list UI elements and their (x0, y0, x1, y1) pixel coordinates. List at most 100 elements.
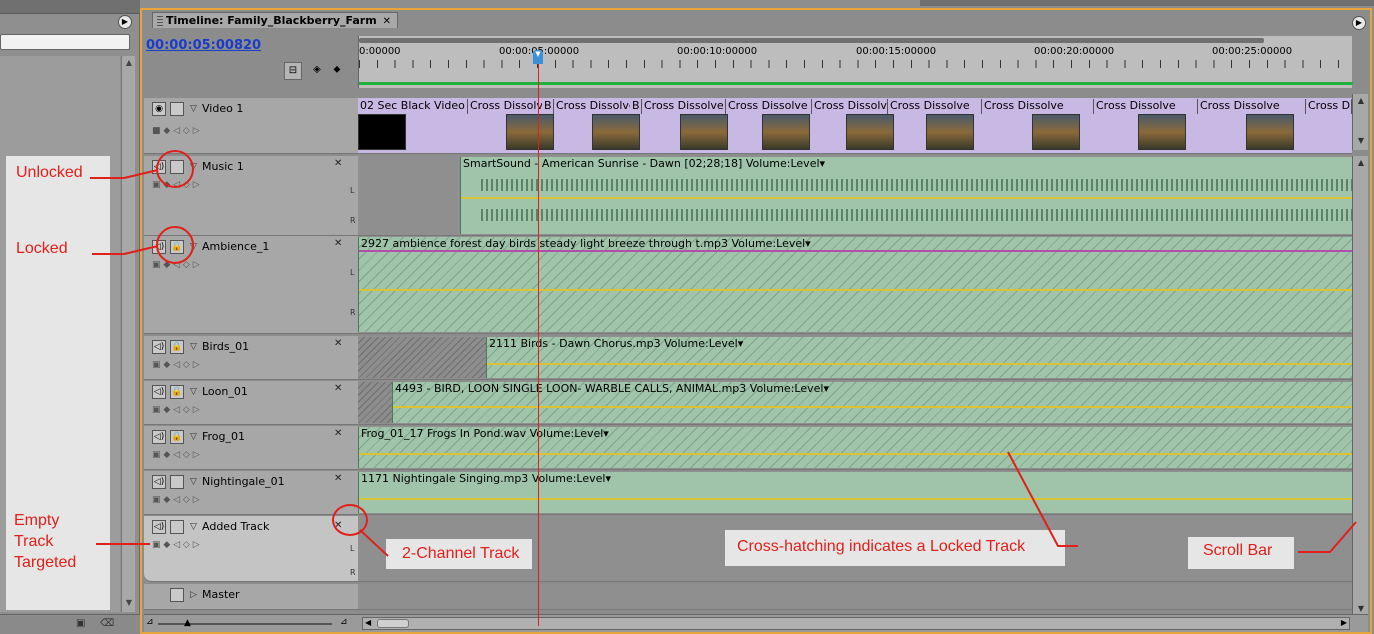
audio-clip-locked[interactable]: 2927 ambience forest day birds steady li… (358, 237, 1352, 332)
eye-icon[interactable]: ◉ (152, 102, 166, 116)
keyframe-nav[interactable]: ▣ ◆ ◁ ◇ ▷ (152, 540, 200, 552)
audio-track-lane-loon[interactable]: 4493 - BIRD, LOON SINGLE LOON- WARBLE CA… (358, 381, 1352, 425)
transition[interactable]: Cross Dissolve (1198, 99, 1306, 114)
master-toggle[interactable] (170, 588, 184, 602)
video-clip[interactable]: B (542, 99, 554, 114)
keyframe-nav[interactable]: ■ ◆ ◁ ◇ ▷ (152, 126, 200, 138)
audio-clip-locked[interactable]: Frog_01_17 Frogs In Pond.wav Volume:Leve… (358, 427, 1352, 468)
time-ruler[interactable]: 0:00000 00:00:05:00000 00:00:10:00000 00… (358, 36, 1353, 88)
master-track-header[interactable]: ▷ Master (144, 584, 358, 610)
lock-icon[interactable]: 🔒 (170, 340, 184, 354)
audio-clip[interactable]: SmartSound - American Sunrise - Dawn [02… (460, 157, 1352, 234)
transition[interactable]: Cross Dissolve (812, 99, 888, 114)
video-track-header[interactable]: ◉ ▽ Video 1 ■ ◆ ◁ ◇ ▷ (144, 98, 358, 154)
audio-clip[interactable]: 1171 Nightingale Singing.mp3 Volume:Leve… (358, 472, 1352, 513)
transition[interactable]: Cross Dissolve (554, 99, 642, 114)
project-scrollbar[interactable]: ▲ ▼ (121, 56, 135, 612)
horizontal-scrollbar[interactable]: ◀ ▶ (362, 617, 1350, 630)
volume-line[interactable] (359, 453, 1352, 455)
scroll-up-icon[interactable]: ▲ (1355, 158, 1367, 168)
speaker-icon[interactable]: ◁) (152, 430, 166, 444)
volume-line[interactable] (487, 363, 1352, 365)
audio-clip-locked[interactable]: 4493 - BIRD, LOON SINGLE LOON- WARBLE CA… (392, 382, 1352, 423)
scroll-thumb[interactable] (377, 619, 409, 628)
scroll-left-icon[interactable]: ◀ (365, 618, 371, 627)
audio-track-lane-frog[interactable]: Frog_01_17 Frogs In Pond.wav Volume:Leve… (358, 426, 1352, 470)
zoom-out-icon[interactable]: ⊿ (146, 617, 154, 627)
volume-line[interactable] (359, 250, 1352, 252)
lock-toggle[interactable] (170, 520, 184, 534)
keyframe-nav[interactable]: ▣ ◆ ◁ ◇ ▷ (152, 405, 200, 417)
annotation-targeted: Targeted (14, 554, 77, 571)
work-area-bar[interactable] (359, 38, 1264, 43)
keyframe-nav[interactable]: ▣ ◆ ◁ ◇ ▷ (152, 360, 200, 372)
transition[interactable]: Cross Dissolve (1094, 99, 1198, 114)
audio-track-header-frog[interactable]: ◁) 🔒 ▽ Frog_01 ✕ ▣ ◆ ◁ ◇ ▷ (144, 426, 358, 470)
audio-clip-locked[interactable]: 2111 Birds - Dawn Chorus.mp3 Volume:Leve… (486, 337, 1352, 378)
volume-line[interactable] (393, 406, 1352, 408)
scroll-right-icon[interactable]: ▶ (1341, 618, 1347, 627)
scroll-down-icon[interactable]: ▼ (1355, 136, 1367, 146)
scroll-down-icon[interactable]: ▼ (124, 598, 134, 608)
twirl-right-icon[interactable]: ▷ (190, 590, 197, 600)
video-scrollbar[interactable]: ▲ ▼ (1352, 94, 1368, 150)
marker-icon[interactable]: ◈ (308, 62, 326, 80)
volume-line[interactable] (359, 498, 1352, 500)
snap-icon[interactable]: ⊟ (284, 62, 302, 80)
keyframe-icon[interactable]: ⬥ (328, 62, 346, 80)
keyframe-nav[interactable]: ▣ ◆ ◁ ◇ ▷ (152, 495, 200, 507)
audio-track-lane-nightingale[interactable]: 1171 Nightingale Singing.mp3 Volume:Leve… (358, 471, 1352, 515)
twirl-down-icon[interactable]: ▽ (190, 522, 197, 532)
audio-track-header-loon[interactable]: ◁) 🔒 ▽ Loon_01 ✕ ▣ ◆ ◁ ◇ ▷ (144, 381, 358, 425)
playhead-icon[interactable]: ▼ (533, 50, 543, 64)
scroll-up-icon[interactable]: ▲ (124, 58, 134, 68)
annotation-circle (332, 504, 368, 536)
timeline-menu-icon[interactable]: ▶ (1352, 16, 1366, 30)
zoom-in-icon[interactable]: ⊿ (340, 617, 348, 627)
lock-toggle[interactable] (170, 102, 184, 116)
timeline-tab[interactable]: Timeline: Family_Blackberry_Farm ✕ (152, 12, 399, 28)
transition[interactable]: Cross Dissolve (888, 99, 982, 114)
audio-track-header-birds[interactable]: ◁) 🔒 ▽ Birds_01 ✕ ▣ ◆ ◁ ◇ ▷ (144, 336, 358, 380)
volume-line[interactable] (461, 197, 1352, 199)
audio-track-header-nightingale[interactable]: ◁) ▽ Nightingale_01 ✕ ▣ ◆ ◁ ◇ ▷ (144, 471, 358, 515)
speaker-icon[interactable]: ◁) (152, 475, 166, 489)
twirl-down-icon[interactable]: ▽ (190, 432, 197, 442)
lock-icon[interactable]: 🔒 (170, 430, 184, 444)
transition[interactable]: Cross Dissolve (982, 99, 1094, 114)
zoom-slider-thumb[interactable]: ▲ (184, 618, 191, 628)
transition[interactable]: Cross Dissolve (726, 99, 812, 114)
panel-menu-icon[interactable]: ▶ (118, 15, 132, 29)
speaker-icon[interactable]: ◁) (152, 340, 166, 354)
video-clip[interactable]: B (630, 99, 642, 114)
transition[interactable]: Cross Dis (1306, 99, 1352, 114)
lock-icon[interactable]: 🔒 (170, 385, 184, 399)
twirl-down-icon[interactable]: ▽ (190, 387, 197, 397)
keyframe-nav[interactable]: ▣ ◆ ◁ ◇ ▷ (152, 450, 200, 462)
scroll-up-icon[interactable]: ▲ (1355, 96, 1367, 106)
twirl-down-icon[interactable]: ▽ (190, 104, 197, 114)
audio-scrollbar[interactable]: ▲ ▼ (1352, 156, 1368, 620)
video-track-lane[interactable]: 02 Sec Black Video Cross Dissolve B Cros… (358, 98, 1352, 154)
twirl-down-icon[interactable]: ▽ (190, 477, 197, 487)
volume-line[interactable] (359, 289, 1352, 291)
scroll-down-icon[interactable]: ▼ (1355, 604, 1367, 614)
new-bin-icon[interactable]: ▣ (76, 618, 85, 629)
project-search-input[interactable] (0, 34, 130, 50)
video-clip[interactable]: 02 Sec Black Video (358, 99, 468, 114)
master-track-lane[interactable] (358, 584, 1352, 610)
transition[interactable]: Cross Dissolve (642, 99, 726, 114)
lock-toggle[interactable] (170, 475, 184, 489)
close-icon[interactable]: ✕ (383, 16, 391, 27)
grip-icon[interactable] (157, 16, 163, 26)
audio-track-lane-birds[interactable]: 2111 Birds - Dawn Chorus.mp3 Volume:Leve… (358, 336, 1352, 380)
audio-track-lane-ambience[interactable]: 2927 ambience forest day birds steady li… (358, 236, 1352, 334)
current-timecode[interactable]: 00:00:05:00820 (146, 38, 261, 53)
audio-track-lane-music[interactable]: SmartSound - American Sunrise - Dawn [02… (358, 156, 1352, 236)
speaker-icon[interactable]: ◁) (152, 385, 166, 399)
audio-track-header-added[interactable]: ◁) ▽ Added Track ✕ ▣ ◆ ◁ ◇ ▷ L R (144, 516, 358, 582)
stereo-channel-icon: ✕ (334, 428, 343, 439)
twirl-down-icon[interactable]: ▽ (190, 342, 197, 352)
trash-icon[interactable]: ⌫ (100, 618, 114, 629)
speaker-icon[interactable]: ◁) (152, 520, 166, 534)
